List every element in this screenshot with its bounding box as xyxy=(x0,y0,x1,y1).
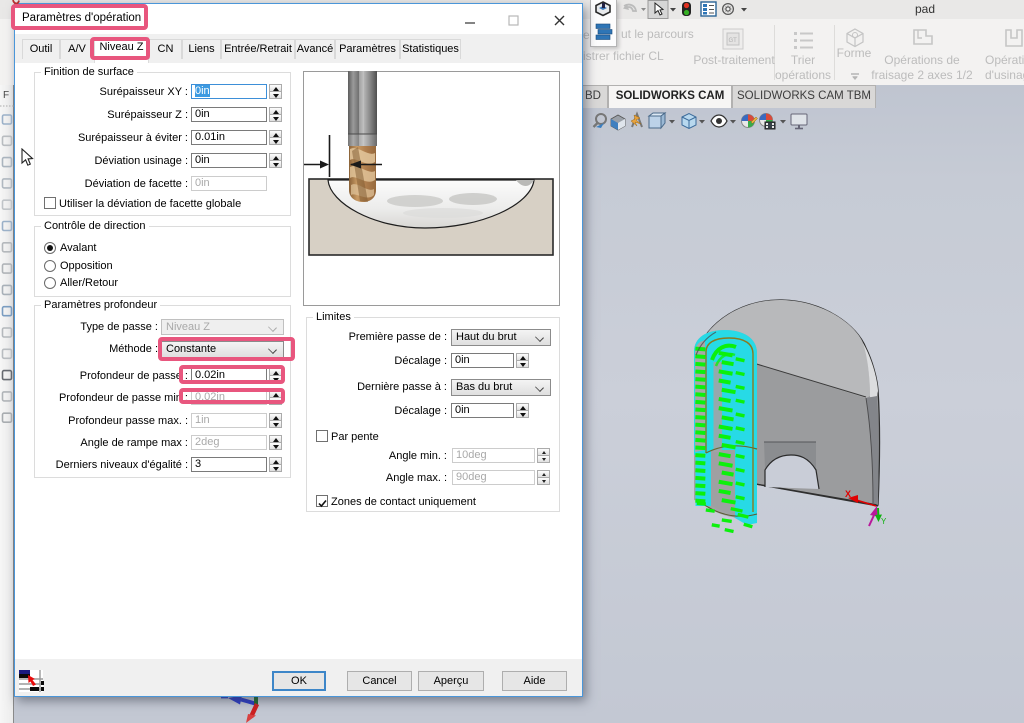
svg-text:pad: pad xyxy=(915,2,935,16)
svg-text:F: F xyxy=(3,90,9,101)
svg-text:X: X xyxy=(845,489,851,499)
svg-text:GT: GT xyxy=(729,38,738,44)
svg-text:Y: Y xyxy=(881,517,887,526)
